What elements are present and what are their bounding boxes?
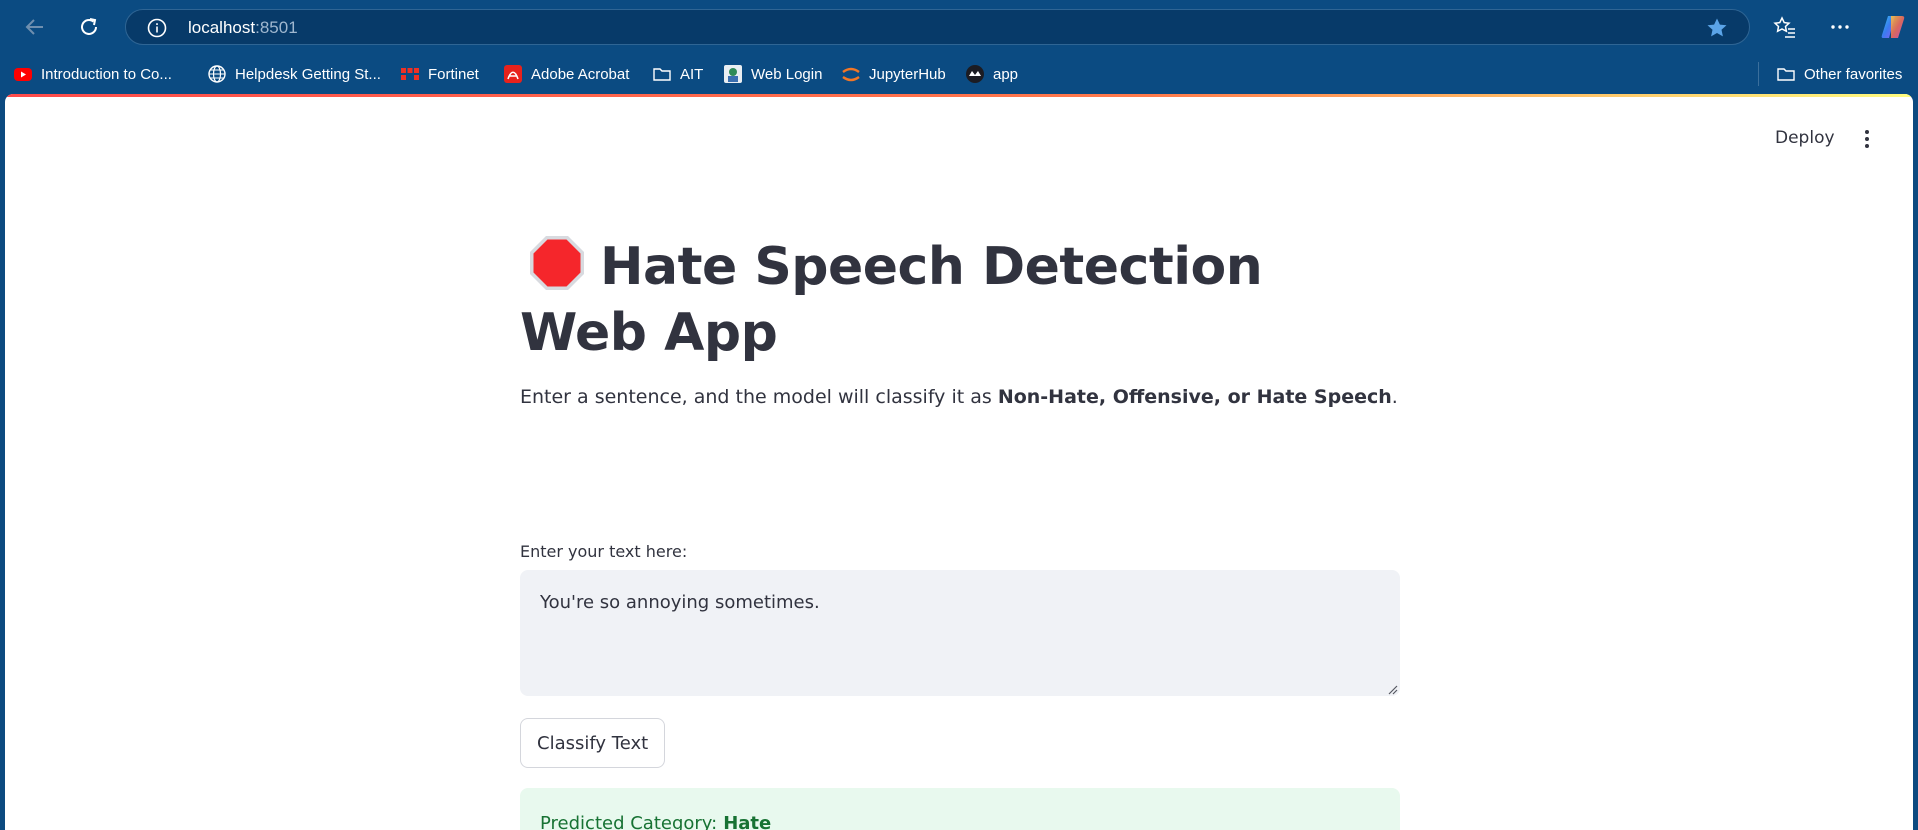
bookmark-web-login[interactable]: Web Login <box>723 62 822 86</box>
bookmark-helpdesk[interactable]: Helpdesk Getting St... <box>207 62 381 86</box>
bookmark-introduction[interactable]: Introduction to Co... <box>13 62 172 86</box>
bookmarks-divider <box>1758 62 1759 86</box>
fortinet-icon <box>400 64 420 84</box>
deploy-button[interactable]: Deploy <box>1775 128 1835 148</box>
bookmark-app[interactable]: app <box>965 62 1018 86</box>
acrobat-icon <box>503 64 523 84</box>
globe-icon <box>207 64 227 84</box>
address-bar[interactable]: localhost:8501 <box>125 9 1750 45</box>
site-info-icon[interactable] <box>146 17 168 44</box>
more-options-button[interactable] <box>1824 11 1856 43</box>
refresh-icon <box>81 18 97 35</box>
refresh-button[interactable] <box>73 11 105 43</box>
text-input[interactable]: You're so annoying sometimes. <box>520 570 1400 696</box>
ellipsis-icon <box>1831 25 1849 29</box>
page-title: Hate Speech Detection Web App <box>520 234 1400 366</box>
other-favorites[interactable]: Other favorites <box>1776 62 1902 86</box>
resize-handle-icon[interactable] <box>1386 682 1398 700</box>
text-input-label: Enter your text here: <box>520 542 688 561</box>
bookmark-adobe-acrobat[interactable]: Adobe Acrobat <box>503 62 629 86</box>
bookmark-ait-folder[interactable]: AIT <box>652 62 703 86</box>
predicted-category-value: Hate <box>723 812 772 830</box>
copilot-button[interactable] <box>1877 11 1909 43</box>
main-menu-icon[interactable] <box>1857 127 1877 151</box>
stop-sign-icon <box>528 234 586 292</box>
bookmarks-bar: Introduction to Co... Helpdesk Getting S… <box>0 54 1918 94</box>
folder-icon <box>652 64 672 84</box>
classify-text-button[interactable]: Classify Text <box>520 718 666 768</box>
copilot-icon <box>1881 16 1905 38</box>
description-text: Enter a sentence, and the model will cla… <box>520 386 1398 408</box>
prediction-result: Predicted Category: Hate <box>520 788 1400 830</box>
bookmark-fortinet[interactable]: Fortinet <box>400 62 479 86</box>
streamlit-icon <box>965 64 985 84</box>
web-login-icon <box>723 64 743 84</box>
browser-toolbar: localhost:8501 <box>0 0 1918 54</box>
folder-icon <box>1776 64 1796 84</box>
back-button[interactable] <box>19 11 51 43</box>
url-text[interactable]: localhost:8501 <box>188 18 298 38</box>
favorites-list-icon <box>1773 16 1795 38</box>
jupyter-icon <box>841 64 861 84</box>
main-content: Hate Speech Detection Web App Enter a se… <box>520 234 1400 830</box>
bookmark-jupyterhub[interactable]: JupyterHub <box>841 62 946 86</box>
favorites-button[interactable] <box>1769 11 1801 43</box>
favorite-star-icon[interactable] <box>1705 16 1729 45</box>
back-arrow-icon <box>25 19 43 35</box>
header-decoration <box>5 94 1913 97</box>
youtube-icon <box>13 64 33 84</box>
app-page: Deploy Hate Speech Detection Web App Ent… <box>5 94 1913 830</box>
